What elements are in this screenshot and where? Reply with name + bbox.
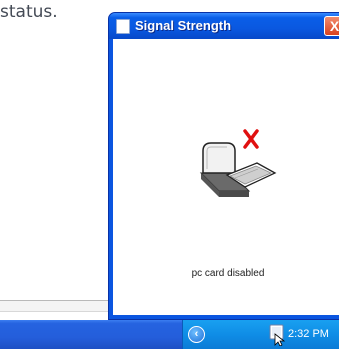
window-icon (116, 19, 130, 34)
clock[interactable]: 2:32 PM (288, 328, 329, 340)
show-hidden-icons-button[interactable]: ‹ (188, 326, 205, 343)
background-text: status. (0, 2, 58, 22)
taskbar: ‹ 2:32 PM (0, 320, 339, 349)
status-message: pc card disabled (191, 268, 265, 279)
red-x-icon (243, 129, 259, 149)
background-document: status. (0, 0, 108, 40)
background-divider (0, 300, 108, 312)
pc-card-tray-icon[interactable] (269, 324, 287, 346)
system-tray: ‹ 2:32 PM (182, 320, 339, 349)
window-title: Signal Strength (135, 18, 232, 33)
pc-card-disabled-icon (199, 129, 277, 197)
window-content: pc card disabled (113, 39, 339, 315)
title-bar[interactable]: Signal Strength X (109, 13, 339, 39)
signal-strength-window[interactable]: Signal Strength X pc card disabled (108, 12, 339, 320)
close-button[interactable]: X (324, 16, 339, 36)
